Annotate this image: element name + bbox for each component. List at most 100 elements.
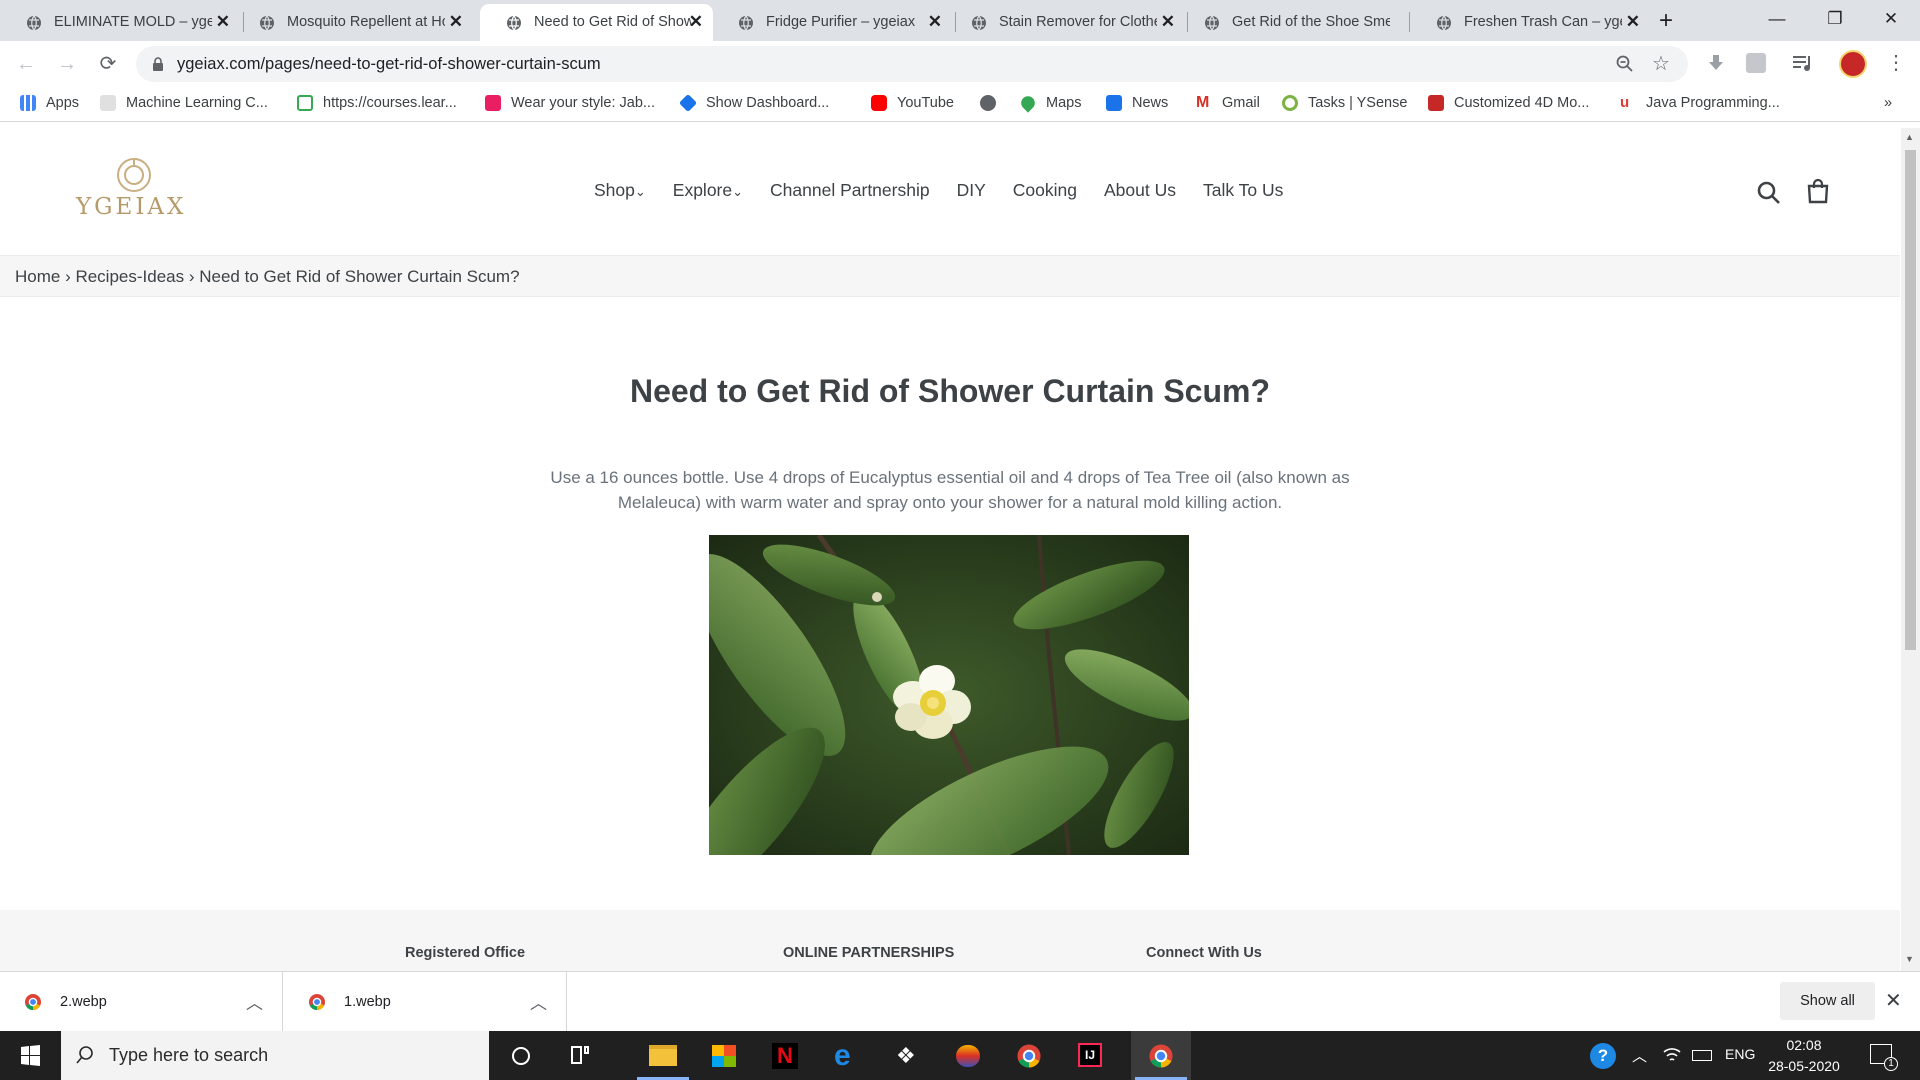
bookmark-ysense[interactable]: Tasks | YSense bbox=[1282, 95, 1407, 111]
nav-diy[interactable]: DIY bbox=[957, 180, 986, 201]
intellij-icon[interactable]: IJ bbox=[1060, 1031, 1120, 1080]
globe-icon bbox=[980, 95, 996, 111]
extension-icon[interactable] bbox=[1746, 53, 1766, 73]
close-icon[interactable]: ✕ bbox=[216, 12, 230, 32]
chevron-up-icon[interactable]: ︿ bbox=[530, 989, 547, 1014]
nav-cooking[interactable]: Cooking bbox=[1013, 180, 1077, 201]
bookmark-gmail[interactable]: M Gmail bbox=[1196, 95, 1260, 112]
menu-kebab-icon[interactable]: ⋮ bbox=[1886, 50, 1906, 75]
nav-label: Shop bbox=[594, 180, 635, 200]
nav-channel-partnership[interactable]: Channel Partnership bbox=[770, 180, 930, 201]
file-explorer-icon[interactable] bbox=[633, 1031, 693, 1080]
bookmark-label: Tasks | YSense bbox=[1308, 95, 1408, 111]
download-item[interactable]: 2.webp ︿ bbox=[0, 972, 283, 1032]
tab-title: Stain Remover for Clothes bbox=[999, 14, 1157, 30]
microsoft-store-icon[interactable] bbox=[694, 1031, 754, 1080]
nav-explore[interactable]: Explore⌄ bbox=[673, 180, 743, 201]
notification-badge: 1 bbox=[1884, 1057, 1898, 1071]
forward-button[interactable]: → bbox=[53, 50, 81, 78]
bookmark-maps[interactable]: Maps bbox=[1018, 93, 1081, 113]
bookmark-label: https://courses.lear... bbox=[323, 95, 457, 111]
battery-icon[interactable] bbox=[1692, 1050, 1712, 1061]
close-icon[interactable]: ✕ bbox=[928, 12, 942, 32]
youtube-icon bbox=[871, 95, 887, 111]
chevron-down-icon: ⌄ bbox=[732, 184, 744, 199]
zoom-icon[interactable] bbox=[1616, 55, 1634, 73]
task-view-icon[interactable] bbox=[550, 1031, 610, 1080]
bookmark-globe[interactable] bbox=[980, 95, 1006, 111]
download-extension-icon[interactable] bbox=[1706, 53, 1726, 73]
close-icon[interactable]: ✕ bbox=[1161, 12, 1175, 32]
scroll-up-arrow-icon[interactable]: ▲ bbox=[1905, 132, 1914, 142]
chrome-icon bbox=[25, 994, 41, 1010]
bookmark-apps[interactable]: Apps bbox=[20, 95, 79, 111]
breadcrumb-bar: Home › Recipes-Ideas › Need to Get Rid o… bbox=[0, 255, 1900, 297]
web-page: YGEIAX Shop⌄ Explore⌄ Channel Partnershi… bbox=[0, 128, 1900, 971]
minimize-button[interactable]: — bbox=[1748, 0, 1806, 38]
close-icon[interactable]: ✕ bbox=[1626, 12, 1640, 32]
chevron-up-icon[interactable]: ︿ bbox=[1632, 1045, 1647, 1066]
close-icon[interactable]: ✕ bbox=[449, 12, 463, 32]
downloads-bar: 2.webp ︿ 1.webp ︿ Show all ✕ bbox=[0, 971, 1920, 1032]
download-item[interactable]: 1.webp ︿ bbox=[284, 972, 567, 1032]
close-downloads-button[interactable]: ✕ bbox=[1885, 988, 1902, 1013]
netflix-icon[interactable]: N bbox=[755, 1031, 815, 1080]
breadcrumb[interactable]: Home › Recipes-Ideas › Need to Get Rid o… bbox=[15, 267, 520, 287]
edge-icon[interactable]: e bbox=[816, 1031, 876, 1080]
footer-heading-partnerships: ONLINE PARTNERSHIPS bbox=[783, 945, 955, 961]
chrome-active-icon[interactable] bbox=[1131, 1031, 1191, 1080]
back-button[interactable]: ← bbox=[12, 50, 40, 78]
media-control-icon[interactable] bbox=[1792, 54, 1814, 72]
bookmark-dashboard[interactable]: Show Dashboard... bbox=[678, 93, 829, 113]
show-all-button[interactable]: Show all bbox=[1780, 982, 1875, 1020]
bookmark-machine-learning[interactable]: Machine Learning C... bbox=[100, 95, 268, 111]
app-icon[interactable] bbox=[938, 1031, 998, 1080]
bookmark-news[interactable]: News bbox=[1106, 95, 1168, 111]
windows-start-icon[interactable] bbox=[0, 1031, 60, 1080]
page-scrollbar[interactable]: ▲ ▼ bbox=[1901, 128, 1920, 971]
tab-stain-remover[interactable]: Stain Remover for Clothes ✕ bbox=[945, 4, 1185, 41]
nav-about-us[interactable]: About Us bbox=[1104, 180, 1176, 201]
address-bar[interactable]: ygeiax.com/pages/need-to-get-rid-of-show… bbox=[136, 46, 1688, 82]
help-icon[interactable]: ? bbox=[1590, 1043, 1616, 1069]
tab-shower-curtain-scum[interactable]: Need to Get Rid of Shower Curtain Scum? … bbox=[480, 4, 713, 41]
cart-icon[interactable] bbox=[1805, 178, 1831, 204]
chevron-up-icon[interactable]: ︿ bbox=[246, 989, 263, 1014]
system-clock[interactable]: 02:08 28-05-2020 bbox=[1768, 1035, 1840, 1077]
tab-fridge-purifier[interactable]: Fridge Purifier – ygeiax ✕ bbox=[712, 4, 952, 41]
scroll-thumb[interactable] bbox=[1905, 150, 1916, 650]
bookmark-courses[interactable]: https://courses.lear... bbox=[297, 95, 457, 111]
taskbar-search-box[interactable]: Type here to search bbox=[61, 1031, 489, 1080]
tab-freshen-trash-can[interactable]: Freshen Trash Can – ygeiax ✕ bbox=[1410, 4, 1650, 41]
reload-button[interactable]: ⟳ bbox=[94, 50, 122, 78]
bookmark-icon bbox=[1428, 95, 1444, 111]
new-tab-button[interactable]: + bbox=[1652, 8, 1680, 36]
chrome-taskbar-icon[interactable] bbox=[999, 1031, 1059, 1080]
language-indicator[interactable]: ENG bbox=[1725, 1046, 1755, 1062]
bookmark-4d-models[interactable]: Customized 4D Mo... bbox=[1428, 95, 1589, 111]
bookmark-star-icon[interactable]: ☆ bbox=[1652, 51, 1670, 76]
bookmark-label: Wear your style: Jab... bbox=[511, 95, 655, 111]
tab-eliminate-mold[interactable]: ELIMINATE MOLD – ygeiax ✕ bbox=[0, 4, 240, 41]
news-icon bbox=[1106, 95, 1122, 111]
search-icon[interactable] bbox=[1756, 180, 1782, 206]
window-close-button[interactable]: ✕ bbox=[1862, 0, 1920, 38]
bookmarks-bar: Apps Machine Learning C... https://cours… bbox=[0, 87, 1920, 122]
profile-avatar[interactable] bbox=[1839, 50, 1867, 78]
tab-shoe-smell[interactable]: Get Rid of the Shoe Smell bbox=[1178, 4, 1418, 41]
close-icon[interactable]: ✕ bbox=[689, 12, 703, 32]
bookmark-youtube[interactable]: YouTube bbox=[871, 95, 954, 111]
dropbox-icon[interactable]: ❖ bbox=[877, 1031, 937, 1080]
scroll-down-arrow-icon[interactable]: ▼ bbox=[1905, 954, 1914, 964]
nav-shop[interactable]: Shop⌄ bbox=[594, 180, 646, 201]
more-bookmarks-button[interactable]: » bbox=[1884, 95, 1892, 111]
wifi-icon[interactable] bbox=[1662, 1046, 1682, 1064]
tab-mosquito-repellent[interactable]: Mosquito Repellent at Home ✕ bbox=[233, 4, 473, 41]
bookmark-jabong[interactable]: Wear your style: Jab... bbox=[485, 95, 655, 111]
nav-talk-to-us[interactable]: Talk To Us bbox=[1203, 180, 1283, 201]
restore-button[interactable]: ❐ bbox=[1806, 0, 1864, 38]
cortana-icon[interactable] bbox=[490, 1031, 550, 1080]
bookmark-java[interactable]: u Java Programming... bbox=[1620, 95, 1780, 112]
main-navigation: Shop⌄ Explore⌄ Channel Partnership DIY C… bbox=[594, 180, 1310, 201]
bookmark-icon bbox=[100, 95, 116, 111]
